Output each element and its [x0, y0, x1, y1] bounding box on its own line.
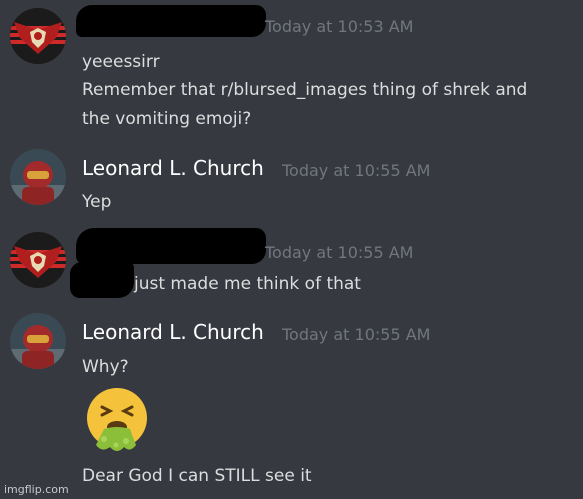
redacted-mention [70, 262, 134, 298]
username[interactable]: Leonard L. Church [82, 156, 264, 180]
redacted-username [76, 5, 266, 37]
message-line: Why? [82, 357, 129, 377]
message-line: the vomiting emoji? [82, 109, 252, 129]
eagle-emblem-icon [10, 232, 66, 288]
avatar-eagle-emblem[interactable] [10, 8, 66, 64]
timestamp: Today at 10:55 AM [282, 325, 431, 344]
redacted-username [76, 228, 266, 264]
avatar-eagle-emblem[interactable] [10, 232, 66, 288]
message-line: Remember that r/blursed_images thing of … [82, 80, 528, 100]
message-line: yeeessirr [82, 52, 160, 72]
eagle-emblem-icon [10, 8, 66, 64]
message-line: Dear God I can STILL see it [82, 466, 312, 486]
avatar-church[interactable] [10, 149, 66, 205]
avatar-church[interactable] [10, 313, 66, 369]
watermark: imgflip.com [4, 483, 69, 496]
face-vomiting-emoji [87, 388, 147, 451]
red-armor-helmet-icon [10, 313, 66, 369]
message-line: Yep [82, 192, 112, 212]
timestamp: Today at 10:55 AM [265, 243, 414, 262]
timestamp: Today at 10:53 AM [265, 17, 414, 36]
red-armor-helmet-icon [10, 149, 66, 205]
username[interactable]: Leonard L. Church [82, 320, 264, 344]
timestamp: Today at 10:55 AM [282, 161, 431, 180]
message-line: just made me think of that [134, 274, 361, 294]
